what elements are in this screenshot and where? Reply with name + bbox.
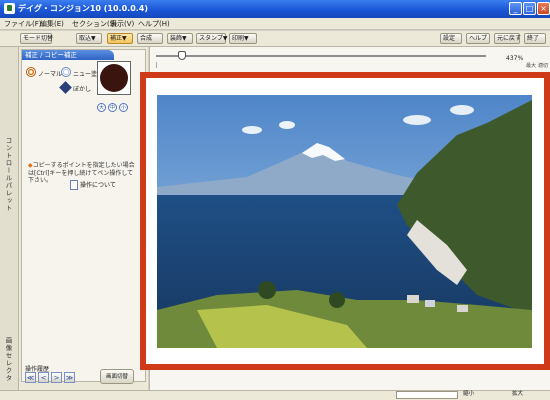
minimize-button[interactable]: _ [509,2,522,15]
toolbar-mode-button[interactable]: モード切替 [20,33,53,44]
tree [329,292,345,308]
photo-canvas[interactable] [157,95,532,348]
zoom-in-status-button[interactable]: 拡大 [510,391,525,399]
toolbar-exit-button[interactable]: 終了 [524,33,546,44]
cloud [450,105,474,115]
close-button[interactable]: × [537,2,550,15]
cloud [403,115,431,125]
toolbar-help-button[interactable]: ヘルプ [466,33,490,44]
maximize-button[interactable]: □ [523,2,536,15]
zoom-out-status-button[interactable]: 縮小 [461,391,476,399]
vertical-tab-strip: コントロールパレット 画像セレクタ [0,47,19,390]
size-large-icon[interactable]: 大 [97,103,106,112]
toolbar-stamp-button[interactable]: スタンプ▼ [196,33,227,44]
tab-correct-copy[interactable]: 補正 / コピー補正 [22,50,114,60]
history-last-button[interactable]: ≫ [64,372,75,383]
history-prev-button[interactable]: < [38,372,49,383]
zoom-ticks [156,62,486,68]
soft-brush-label: ぼかし [73,86,92,93]
toolbar-decorate-button[interactable]: 装飾▼ [167,33,193,44]
menu-view[interactable]: 表示(V) [110,19,134,29]
book-icon [70,180,78,190]
toolbar-import-button[interactable]: 取込▼ [76,33,102,44]
zoom-fit-label[interactable]: 適切 [538,62,548,69]
menu-file[interactable]: ファイル(F) [4,19,42,29]
zoom-slider-track[interactable] [156,55,486,57]
window-title: デイグ・コンジョン10 (10.0.0.4) [18,4,149,13]
cloud [279,121,295,129]
normal-mode-icon[interactable] [26,67,36,77]
menu-help[interactable]: ヘルプ(H) [138,19,170,29]
toolbar-print-button[interactable]: 印刷▼ [229,33,257,44]
toolbar-settings-button[interactable]: 設定 [440,33,462,44]
menu-edit[interactable]: 編集(E) [40,19,64,29]
zoom-slider-thumb[interactable] [178,51,186,60]
toolbar-undo-button[interactable]: 元に戻す [494,33,521,44]
toolbar-correct-button[interactable]: 補正▼ [107,33,133,44]
tab-control-palette[interactable]: コントロールパレット [3,137,13,212]
history-next-button[interactable]: > [51,372,62,383]
tab-image-selector[interactable]: 画像セレクタ [3,337,13,382]
zoom-readout: 437% [506,55,524,62]
switch-screen-button[interactable]: 画面切替 [100,369,134,384]
house [425,300,435,307]
cloud [242,126,262,134]
size-small-icon[interactable]: 小 [119,103,128,112]
new-paint-label: ニュー塗 [73,71,98,78]
brush-preview [97,61,131,95]
menu-bar: ファイル(F) 編集(E) セクション(S) 表示(V) ヘルプ(H) [0,18,550,30]
control-palette [21,49,146,382]
new-paint-icon[interactable] [61,67,71,77]
status-field [396,391,458,399]
normal-mode-label: ノーマル [38,71,63,78]
history-first-button[interactable]: ≪ [25,372,36,383]
tree [258,281,276,299]
app-icon [4,3,15,14]
house [407,295,419,303]
toolbar-compose-button[interactable]: 合成 [137,33,163,44]
house [457,305,468,312]
zoom-max-label[interactable]: 最大 [526,62,536,69]
toolbar: モード切替 取込▼ 補正▼ 合成 装飾▼ スタンプ▼ 印刷▼ 設定 ヘルプ 元に… [0,31,550,47]
size-medium-icon[interactable]: 中 [108,103,117,112]
about-operation-link[interactable]: 操作について [80,180,116,190]
